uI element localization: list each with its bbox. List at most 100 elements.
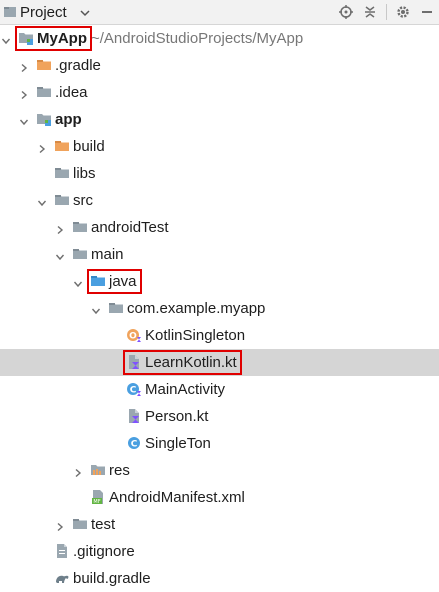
tree-item-name: .gradle xyxy=(55,57,101,74)
tree-item-myapp[interactable]: MyApp ~/AndroidStudioProjects/MyApp xyxy=(0,25,439,52)
kotlin-object-icon: O xyxy=(126,327,142,343)
chevron-down-icon[interactable] xyxy=(73,276,83,288)
tree-item-androidtest[interactable]: androidTest xyxy=(0,214,439,241)
tree-item-name: MyApp xyxy=(37,30,87,47)
tree-item-label: test xyxy=(91,511,115,538)
project-path: ~/AndroidStudioProjects/MyApp xyxy=(91,30,304,47)
tree-item-name: src xyxy=(73,192,93,209)
svg-text:MF: MF xyxy=(93,499,100,505)
tree-item-label: .gitignore xyxy=(73,538,135,565)
manifest-icon: MF xyxy=(90,489,106,505)
toolbar-separator xyxy=(386,4,387,20)
tree-item-label: libs xyxy=(73,160,96,187)
tree-item-gradle[interactable]: .gradle xyxy=(0,52,439,79)
tree-item-mainactivity[interactable]: C MainActivity xyxy=(0,376,439,403)
tree-item-label: build.gradle xyxy=(73,565,151,592)
folder-gray-icon xyxy=(72,516,88,532)
tree-item-name: AndroidManifest.xml xyxy=(109,489,245,506)
chevron-right-icon[interactable] xyxy=(19,87,29,100)
chevron-right-icon[interactable] xyxy=(19,60,29,73)
tree-item-res[interactable]: res xyxy=(0,457,439,484)
kotlin-file-icon xyxy=(126,408,142,424)
chevron-right-icon[interactable] xyxy=(55,222,65,235)
folder-gray-icon xyxy=(54,165,70,181)
tree-item-name: KotlinSingleton xyxy=(145,327,246,344)
chevron-right-icon[interactable] xyxy=(73,465,83,478)
tree-item-label: build xyxy=(73,133,105,160)
tree-item-learnkotlin-kt[interactable]: LearnKotlin.kt xyxy=(0,349,439,376)
tree-item-kotlinsingleton[interactable]: O KotlinSingleton xyxy=(0,322,439,349)
tree-item-label: MyApp ~/AndroidStudioProjects/MyApp xyxy=(37,25,303,52)
project-view-icon xyxy=(3,5,17,19)
tree-item-label: res xyxy=(109,457,130,484)
chevron-down-icon[interactable] xyxy=(37,195,47,207)
chevron-down-icon[interactable] xyxy=(1,33,11,45)
gear-icon[interactable] xyxy=(391,0,415,24)
tree-item-main[interactable]: main xyxy=(0,241,439,268)
tree-item-label: androidTest xyxy=(91,214,169,241)
tree-item-name: res xyxy=(109,462,130,479)
tree-item-label: app xyxy=(55,106,82,133)
tree-item-label: KotlinSingleton xyxy=(145,322,245,349)
folder-gray-icon xyxy=(72,246,88,262)
tree-item-src[interactable]: src xyxy=(0,187,439,214)
tree-item-java[interactable]: java xyxy=(0,268,439,295)
tree-item-name: java xyxy=(109,273,137,290)
tree-item-name: Person.kt xyxy=(145,408,209,425)
tree-item-app[interactable]: app xyxy=(0,106,439,133)
tree-item-label: LearnKotlin.kt xyxy=(145,349,237,376)
folder-gray-icon xyxy=(36,84,52,100)
folder-gray-icon xyxy=(108,300,124,316)
tree-item-gitignore[interactable]: .gitignore xyxy=(0,538,439,565)
tree-item-label: src xyxy=(73,187,93,214)
tree-item-build-gradle[interactable]: build.gradle xyxy=(0,565,439,592)
tree-item-label: MainActivity xyxy=(145,376,225,403)
folder-orange-icon xyxy=(54,138,70,154)
chevron-right-icon[interactable] xyxy=(55,519,65,532)
svg-text:O: O xyxy=(129,332,137,342)
tree-item-label: AndroidManifest.xml xyxy=(109,484,245,511)
tree-item-name: MainActivity xyxy=(145,381,226,398)
chevron-down-icon[interactable] xyxy=(91,303,101,315)
hide-icon[interactable] xyxy=(415,0,439,24)
tree-item-singleton[interactable]: C SingleTon xyxy=(0,430,439,457)
res-folder-icon xyxy=(90,462,106,478)
tree-item-name: com.example.myapp xyxy=(127,300,266,317)
locate-icon[interactable] xyxy=(334,0,358,24)
collapse-all-icon[interactable] xyxy=(358,0,382,24)
tree-item-label: com.example.myapp xyxy=(127,295,265,322)
gitignore-icon xyxy=(54,543,70,559)
svg-text:C: C xyxy=(130,386,137,396)
module-folder-icon xyxy=(18,30,34,46)
svg-text:C: C xyxy=(131,440,138,450)
tree-item-test[interactable]: test xyxy=(0,511,439,538)
tree-item-person-kt[interactable]: Person.kt xyxy=(0,403,439,430)
tree-item-name: test xyxy=(91,516,116,533)
tree-item-libs[interactable]: libs xyxy=(0,160,439,187)
chevron-down-icon[interactable] xyxy=(55,249,65,261)
project-view-selector[interactable]: Project xyxy=(0,0,90,24)
chevron-down-icon xyxy=(79,6,91,18)
tree-item-build[interactable]: build xyxy=(0,133,439,160)
tree-item-name: libs xyxy=(73,165,96,182)
chevron-right-icon[interactable] xyxy=(37,141,47,154)
tree-item-label: .idea xyxy=(55,79,88,106)
tree-item-name: .gitignore xyxy=(73,543,135,560)
project-view-title: Project xyxy=(20,3,67,21)
tree-item-name: app xyxy=(55,111,82,128)
tree-item-idea[interactable]: .idea xyxy=(0,79,439,106)
module-folder-icon xyxy=(36,111,52,127)
tree-item-com-example-myapp[interactable]: com.example.myapp xyxy=(0,295,439,322)
tree-item-androidmanifest-xml[interactable]: MF AndroidManifest.xml xyxy=(0,484,439,511)
tree-item-name: build.gradle xyxy=(73,570,151,587)
kotlin-file-icon xyxy=(126,354,142,370)
folder-blue-icon xyxy=(90,273,106,289)
tree-item-name: SingleTon xyxy=(145,435,211,452)
folder-gray-icon xyxy=(72,219,88,235)
tree-item-name: LearnKotlin.kt xyxy=(145,354,237,371)
tree-item-label: java xyxy=(109,268,137,295)
tree-item-label: SingleTon xyxy=(145,430,211,457)
tree-item-name: androidTest xyxy=(91,219,169,236)
gradle-icon xyxy=(54,570,70,586)
chevron-down-icon[interactable] xyxy=(19,114,29,126)
